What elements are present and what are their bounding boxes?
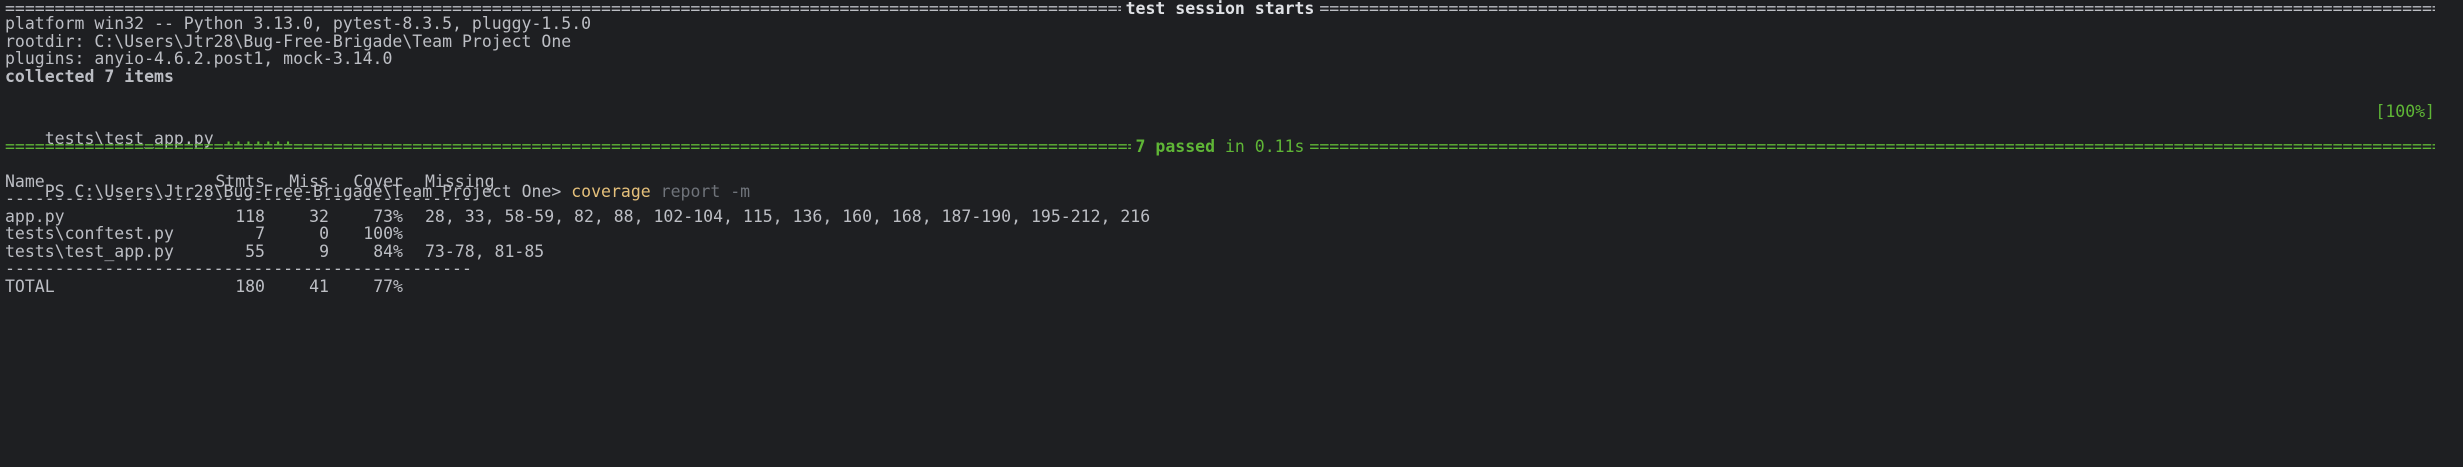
test-file-line: tests\test_app.py ....... — [5, 98, 293, 148]
total-row: TOTAL 180 41 77% — [5, 273, 1005, 301]
collected-line: collected 7 items — [5, 66, 174, 86]
separator-fill — [1319, 0, 2435, 23]
session-header-label: test session starts — [1125, 0, 1315, 18]
total-name: TOTAL — [5, 276, 55, 296]
total-stmts: 180 — [235, 276, 265, 296]
summary-passed: 7 passed — [1135, 136, 1216, 156]
terminal-output[interactable]: test session starts platform win32 -- Py… — [0, 0, 2463, 467]
total-cover: 77% — [373, 276, 403, 296]
summary-label: 7 passed in 0.11s — [1131, 133, 1310, 161]
test-progress: [100%] — [2375, 101, 2435, 121]
separator-fill — [1309, 133, 2435, 161]
summary-time: in 0.11s — [1224, 136, 1305, 156]
total-miss: 41 — [309, 276, 329, 296]
